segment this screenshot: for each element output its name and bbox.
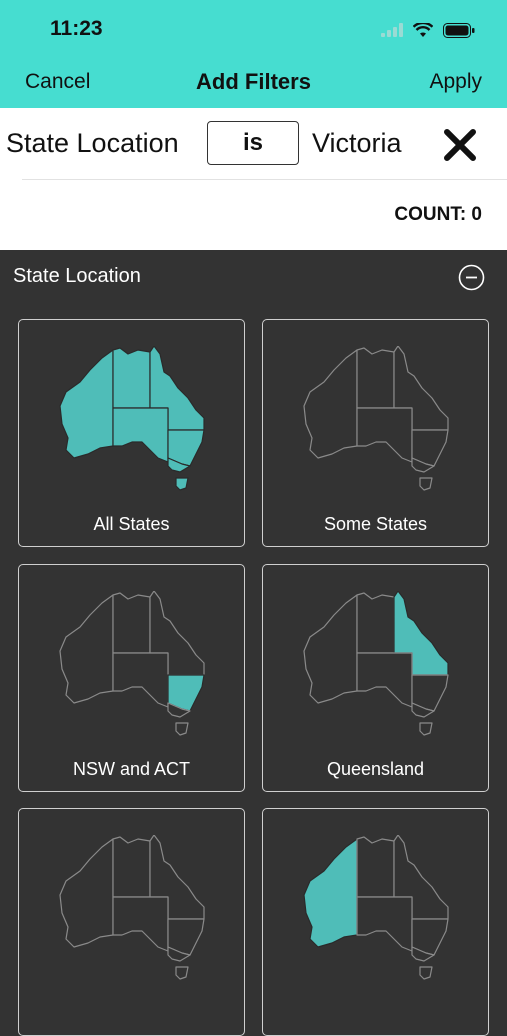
option-card-queensland[interactable]: Queensland [262, 564, 489, 792]
region-wa [59, 349, 114, 459]
option-card-western-australia[interactable] [262, 808, 489, 1036]
option-card-some-states[interactable]: Some States [262, 319, 489, 547]
wifi-icon [413, 22, 433, 37]
region-sa [356, 896, 413, 952]
option-label: Queensland [326, 759, 425, 779]
australia-map-icon [59, 835, 205, 980]
nav-bar: Cancel Add Filters Apply [0, 58, 507, 108]
option-card-all-states[interactable]: All States [18, 319, 245, 547]
option-card-nsw-act[interactable]: NSW and ACT [18, 564, 245, 792]
filter-value-label[interactable]: Victoria [312, 128, 402, 159]
collapse-icon[interactable] [458, 264, 485, 291]
region-sa [356, 407, 413, 463]
region-wa [303, 838, 358, 948]
status-time: 11:23 [50, 17, 103, 40]
region-tas [419, 722, 433, 736]
section-title: State Location [13, 265, 141, 287]
status-bar: 11:23 [0, 0, 507, 58]
region-tas [419, 966, 433, 980]
region-nt [356, 836, 395, 898]
region-sa [356, 652, 413, 708]
region-nt [112, 836, 151, 898]
apply-button[interactable]: Apply [429, 70, 482, 94]
option-label: All States [93, 514, 170, 534]
australia-map-icon [303, 835, 449, 980]
australia-map-icon [303, 346, 449, 491]
region-tas [175, 722, 189, 736]
region-sa [112, 896, 169, 952]
region-sa [112, 652, 169, 708]
region-nt [356, 592, 395, 654]
region-nt [356, 347, 395, 409]
region-wa [59, 594, 114, 704]
battery-icon [443, 22, 475, 38]
australia-map-icon [303, 591, 449, 736]
divider [22, 179, 507, 180]
status-icons [381, 18, 475, 42]
option-label: Some States [323, 514, 428, 534]
filter-row: State Location is Victoria COUNT: 0 [0, 108, 507, 250]
region-wa [59, 838, 114, 948]
region-wa [303, 594, 358, 704]
option-card[interactable] [18, 808, 245, 1036]
option-label: NSW and ACT [72, 759, 191, 779]
region-tas [175, 966, 189, 980]
signal-icon [381, 23, 403, 37]
australia-map-icon [59, 346, 205, 491]
region-sa [112, 407, 169, 463]
australia-map-icon [59, 591, 205, 736]
remove-filter-icon[interactable] [442, 127, 478, 163]
region-nt [112, 592, 151, 654]
region-tas [419, 477, 433, 491]
filter-field-label: State Location [6, 128, 179, 158]
region-tas [175, 477, 189, 491]
result-count: COUNT: 0 [394, 204, 482, 225]
region-wa [303, 349, 358, 459]
region-nt [112, 347, 151, 409]
filter-operator-button[interactable]: is [207, 121, 299, 165]
